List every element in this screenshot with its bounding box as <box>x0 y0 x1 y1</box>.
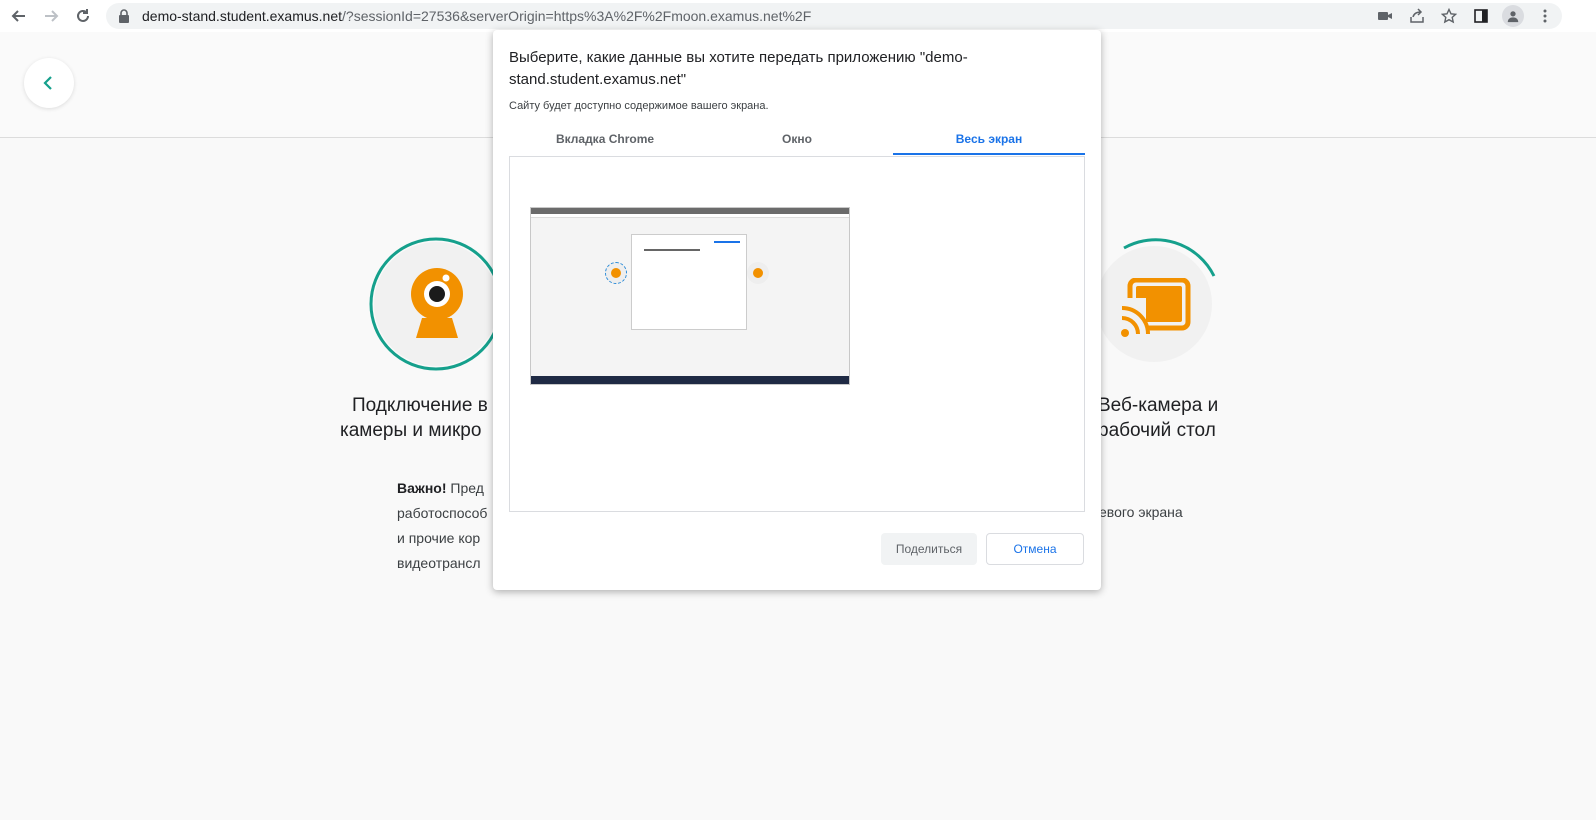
url-path: /?sessionId=27536&serverOrigin=https%3A%… <box>342 8 812 24</box>
step-screen-title-line2: рабочий стол <box>1098 420 1216 441</box>
tab-window[interactable]: Окно <box>701 125 893 155</box>
lock-icon <box>119 9 129 23</box>
screen-preview-area <box>509 156 1085 512</box>
dialog-subtitle: Сайту будет доступно содержимое вашего э… <box>509 100 769 112</box>
step-camera-title-line1: Подключение в <box>352 395 488 416</box>
profile-avatar[interactable] <box>1500 3 1526 29</box>
step-camera-title-line2: камеры и микро <box>340 420 482 441</box>
dialog-title: Выберите, какие данные вы хотите передат… <box>509 49 968 88</box>
webcam-icon <box>411 268 463 338</box>
tab-chrome-tab[interactable]: Вкладка Chrome <box>509 125 701 155</box>
chevron-left-icon <box>43 76 52 90</box>
step-camera-title: Подключение в камеры и микро <box>340 393 488 443</box>
screen-cast-icon <box>1120 278 1191 338</box>
screen-share-dialog: Выберите, какие данные вы хотите передат… <box>493 30 1101 590</box>
tab-entire-screen[interactable]: Весь экран <box>893 125 1085 155</box>
step-screen-title-line1: Веб-камера и <box>1098 395 1219 416</box>
forward-arrow-icon[interactable] <box>38 3 64 29</box>
important-label: Важно! <box>397 480 447 496</box>
step-screen-title: Веб-камера и рабочий стол <box>1098 393 1218 443</box>
more-menu-icon[interactable] <box>1532 3 1558 29</box>
important-right-fragment: евого экрана <box>1099 504 1183 520</box>
important-line: Пред <box>450 480 484 496</box>
cancel-button[interactable]: Отмена <box>986 533 1084 565</box>
browser-toolbar: demo-stand.student.examus.net/?sessionId… <box>0 0 1596 32</box>
share-button[interactable]: Поделиться <box>881 533 977 565</box>
camera-indicator-icon[interactable] <box>1372 3 1398 29</box>
side-panel-icon[interactable] <box>1468 3 1494 29</box>
reload-icon[interactable] <box>70 3 96 29</box>
url-host: demo-stand.student.examus.net <box>142 8 343 24</box>
bookmark-star-icon[interactable] <box>1436 3 1462 29</box>
address-bar[interactable]: demo-stand.student.examus.net/?sessionId… <box>106 3 1562 29</box>
back-arrow-icon[interactable] <box>6 3 32 29</box>
share-tabs: Вкладка Chrome Окно Весь экран <box>509 125 1085 155</box>
screen-thumbnail[interactable] <box>530 207 850 385</box>
share-icon[interactable] <box>1404 3 1430 29</box>
page-back-button[interactable] <box>24 58 74 108</box>
